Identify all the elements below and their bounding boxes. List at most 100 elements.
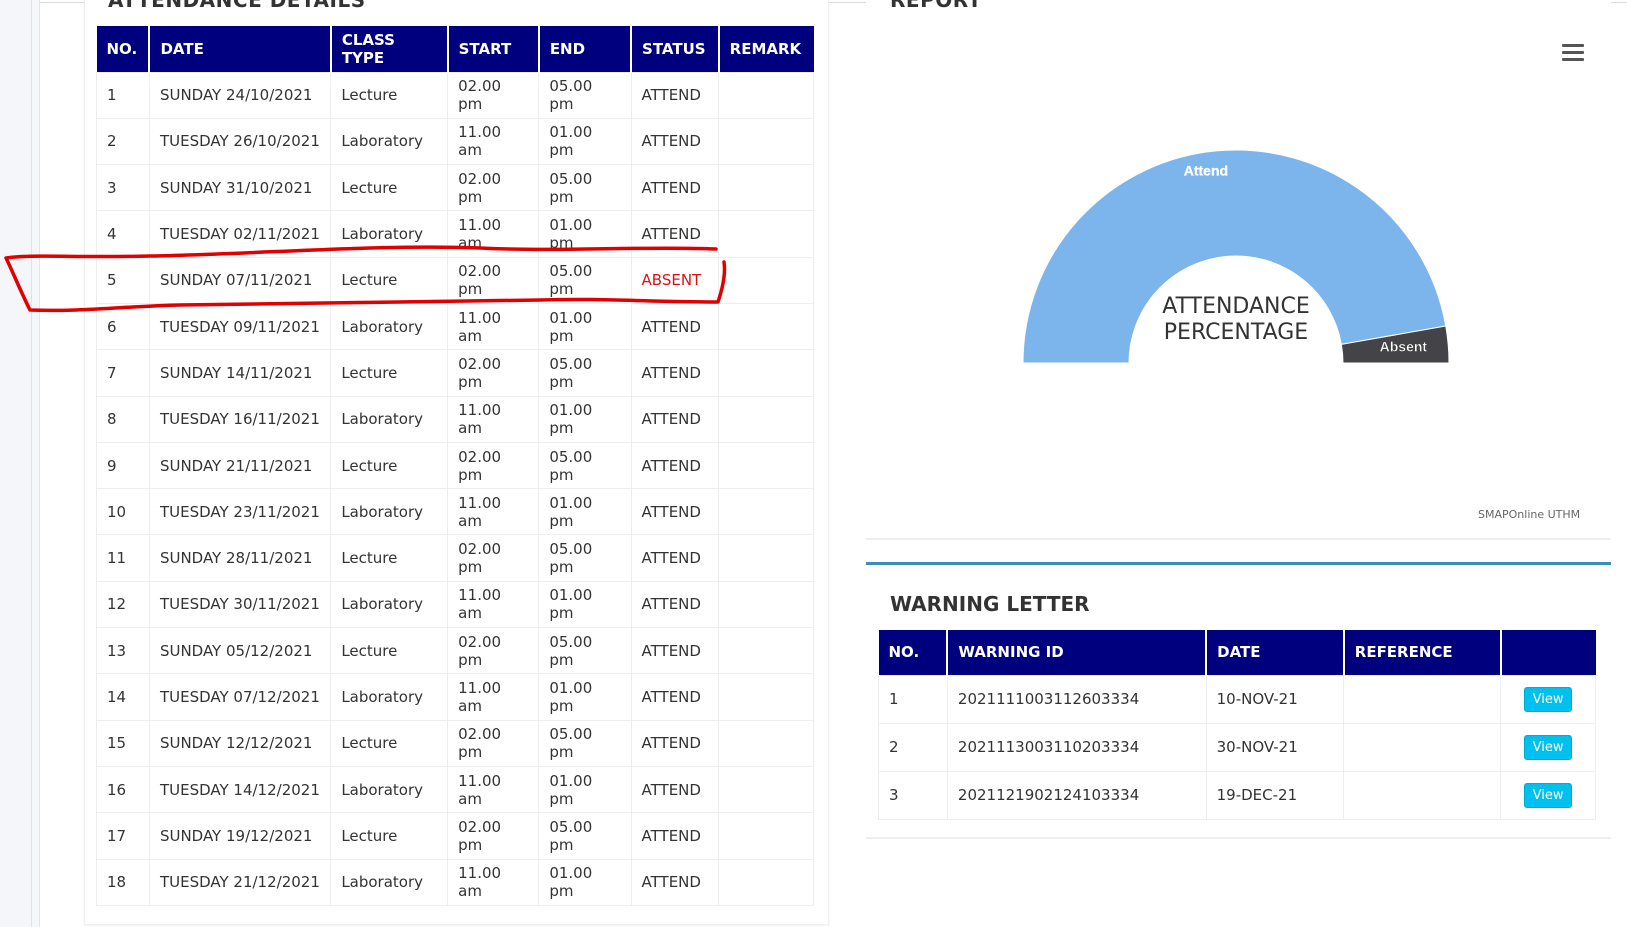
cell-start: 02.00 pm: [447, 812, 540, 860]
cell-remark: [718, 164, 814, 212]
cell-start: 11.00 am: [447, 765, 540, 814]
cell-no: 6: [96, 302, 150, 351]
cell-class-type: Lecture: [330, 71, 449, 119]
view-letter-button[interactable]: View: [1523, 734, 1573, 760]
attendance-row: 16 TUESDAY 14/12/2021 Laboratory 11.00 am 01…: [96, 765, 814, 814]
cell-remark: [718, 765, 814, 814]
cell-remark: [718, 858, 814, 906]
cell-start: 02.00 pm: [447, 441, 540, 490]
cell-date: TUESDAY 09/11/2021: [148, 302, 332, 351]
menu-bar: [1562, 58, 1584, 61]
cell-status: ATTEND: [630, 349, 720, 397]
cell-class-type: Laboratory: [330, 858, 449, 906]
cell-end: 01.00 pm: [538, 210, 632, 258]
cell-remark: [718, 349, 814, 397]
col-header-start: START: [447, 26, 540, 72]
cell-status: ATTEND: [630, 71, 720, 119]
cell-no: 16: [96, 765, 150, 814]
cell-no: 7: [96, 349, 150, 397]
cell-start: 11.00 am: [447, 673, 540, 721]
cell-status: ABSENT: [630, 256, 720, 304]
chart-credits[interactable]: SMAPOnline UTHM: [1478, 508, 1580, 521]
warning-header-row: NO. WARNING ID DATE REFERENCE: [878, 630, 1596, 675]
cell-status: ATTEND: [630, 627, 720, 675]
cell-status: ATTEND: [630, 441, 720, 490]
cell-start: 02.00 pm: [447, 71, 540, 119]
view-letter-button[interactable]: View: [1523, 782, 1573, 808]
attendance-title: ATTENDANCE DETAILS: [108, 0, 366, 12]
cell-status: ATTEND: [630, 117, 720, 166]
attendance-row: 7 SUNDAY 14/11/2021 Lecture 02.00 pm 05.00 p…: [96, 349, 814, 397]
cell-status: ATTEND: [630, 534, 720, 582]
attendance-row: 8 TUESDAY 16/11/2021 Laboratory 11.00 am 01.…: [96, 395, 814, 443]
cell-end: 05.00 pm: [538, 164, 632, 212]
cell-class-type: Laboratory: [330, 488, 449, 536]
cell-no: 9: [96, 441, 150, 490]
cell-start: 11.00 am: [447, 858, 540, 906]
attendance-row: 15 SUNDAY 12/12/2021 Lecture 02.00 pm 05.00 …: [96, 719, 814, 767]
cell-end: 05.00 pm: [538, 441, 632, 490]
col-header-remark: REMARK: [718, 26, 814, 72]
cell-class-type: Laboratory: [330, 302, 449, 351]
cell-action: View: [1500, 770, 1596, 820]
col-header-date: DATE: [149, 26, 332, 72]
cell-end: 05.00 pm: [538, 812, 632, 860]
hamburger-menu-icon[interactable]: [1562, 44, 1584, 62]
cell-reference: [1343, 674, 1502, 724]
attendance-row: 14 TUESDAY 07/12/2021 Laboratory 11.00 am 01…: [96, 673, 814, 721]
warning-row: 1 2021111003112603334 10-NOV-21 View: [878, 674, 1596, 724]
cell-remark: [718, 580, 814, 629]
view-letter-button[interactable]: View: [1523, 686, 1573, 712]
cell-class-type: Lecture: [330, 534, 449, 582]
cell-status: ATTEND: [630, 719, 720, 767]
cell-remark: [718, 441, 814, 490]
cell-date: SUNDAY 14/11/2021: [148, 349, 332, 397]
cell-start: 02.00 pm: [447, 534, 540, 582]
cell-date: SUNDAY 05/12/2021: [148, 627, 332, 675]
attendance-row: 18 TUESDAY 21/12/2021 Laboratory 11.00 am 01…: [96, 858, 814, 906]
cell-action: View: [1500, 674, 1596, 724]
cell-no: 3: [878, 770, 948, 820]
cell-no: 11: [96, 534, 150, 582]
cell-status: ATTEND: [630, 302, 720, 351]
cell-no: 1: [878, 674, 948, 724]
warning-row: 2 2021113003110203334 30-NOV-21 View: [878, 722, 1596, 772]
cell-end: 05.00 pm: [538, 349, 632, 397]
attendance-row: 4 TUESDAY 02/11/2021 Laboratory 11.00 am 01.…: [96, 210, 814, 258]
cell-end: 01.00 pm: [538, 765, 632, 814]
cell-end: 05.00 pm: [538, 256, 632, 304]
cell-remark: [718, 488, 814, 536]
cell-date: SUNDAY 31/10/2021: [148, 164, 332, 212]
cell-remark: [718, 812, 814, 860]
cell-status: ATTEND: [630, 488, 720, 536]
cell-status: ATTEND: [630, 673, 720, 721]
attendance-row: 3 SUNDAY 31/10/2021 Lecture 02.00 pm 05.00 p…: [96, 164, 814, 212]
rail-divider: [31, 0, 32, 927]
cell-date: SUNDAY 07/11/2021: [148, 256, 332, 304]
col-header-date: DATE: [1206, 630, 1345, 675]
cell-remark: [718, 395, 814, 443]
cell-no: 5: [96, 256, 150, 304]
menu-bar: [1562, 44, 1584, 47]
cell-no: 4: [96, 210, 150, 258]
attendance-row: 5 SUNDAY 07/11/2021 Lecture 02.00 pm 05.00 p…: [96, 256, 814, 304]
col-header-class-type: CLASS TYPE: [330, 26, 449, 72]
cell-no: 8: [96, 395, 150, 443]
cell-no: 17: [96, 812, 150, 860]
cell-class-type: Laboratory: [330, 395, 449, 443]
cell-class-type: Laboratory: [330, 117, 449, 166]
cell-date: 30-NOV-21: [1205, 722, 1345, 772]
cell-no: 15: [96, 719, 150, 767]
cell-no: 1: [96, 71, 150, 119]
cell-date: TUESDAY 16/11/2021: [148, 395, 332, 443]
col-header-warning-id: WARNING ID: [947, 630, 1208, 675]
col-header-action: [1500, 630, 1596, 675]
cell-reference: [1343, 722, 1502, 772]
cell-date: 19-DEC-21: [1205, 770, 1345, 820]
cell-class-type: Lecture: [330, 256, 449, 304]
cell-start: 02.00 pm: [447, 627, 540, 675]
cell-no: 13: [96, 627, 150, 675]
attendance-table: NO. DATE CLASS TYPE START END STATUS REM…: [96, 26, 814, 906]
cell-reference: [1343, 770, 1502, 820]
menu-bar: [1562, 51, 1584, 54]
